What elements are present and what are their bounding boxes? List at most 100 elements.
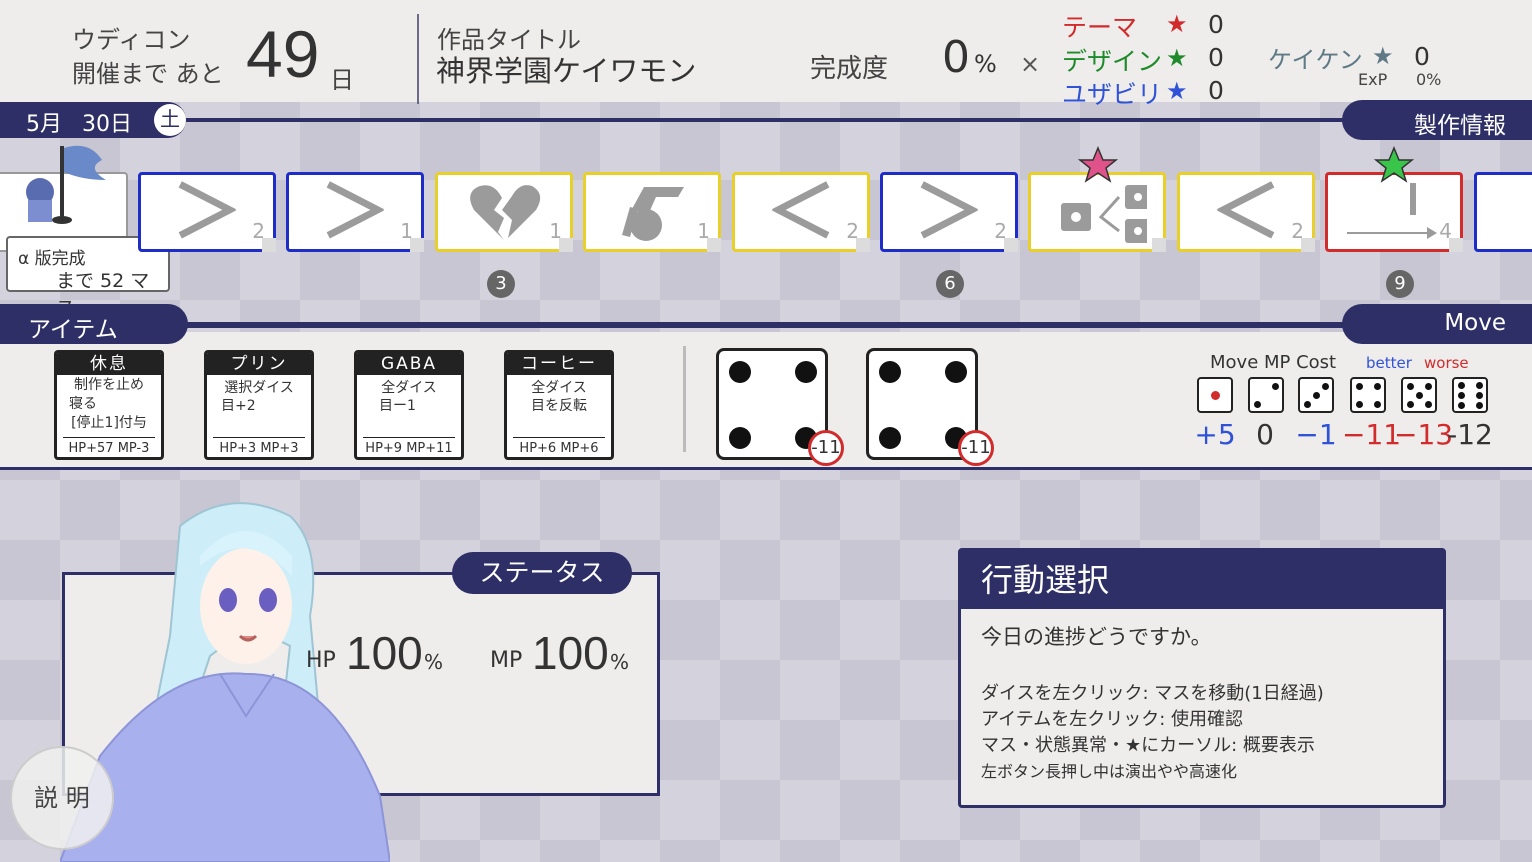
design-label: デザイン [1062, 47, 1163, 76]
tile-marker-9: 9 [1386, 270, 1414, 298]
date-month: 5月 [26, 112, 62, 137]
cost-die-4-icon [1350, 377, 1386, 413]
tile-fold [262, 238, 276, 252]
item-stats: HP+57 MP-3 [63, 437, 155, 457]
pink-star-icon[interactable] [1078, 146, 1118, 184]
days-left: 49 [246, 17, 320, 91]
cost-value-5: −13 [1394, 418, 1454, 451]
item-stats: HP+6 MP+6 [513, 437, 605, 457]
action-title: 行動選択 [961, 551, 1443, 609]
item-desc-line: 選択ダイス [224, 380, 294, 396]
completion-value: 0 [942, 32, 970, 83]
item-card-coffee[interactable]: コーヒー 全ダイス 目を反転 HP+6 MP+6 [504, 350, 614, 460]
board-tile-2[interactable]: ＞ 1 [286, 172, 424, 252]
forward-arrow-icon: ＞ [320, 171, 390, 253]
production-info-button[interactable]: 製作情報 [1342, 100, 1532, 140]
status-title: ステータス [452, 552, 632, 594]
times-sign: × [1020, 50, 1041, 78]
production-info-label: 製作情報 [1414, 113, 1506, 139]
board-tile-6[interactable]: ＞ 2 [880, 172, 1018, 252]
item-bar-label: アイテム [28, 317, 118, 343]
work-title: 神界学園ケイワモン [436, 54, 697, 88]
action-panel: 行動選択 今日の進捗どうですか。 ダイスを左クリック: マスを移動(1日経過) … [958, 548, 1446, 808]
die-pip [795, 361, 817, 383]
item-title: GABA [357, 353, 461, 375]
tile-fold [707, 238, 721, 252]
usability-label: ユザビリ [1062, 80, 1163, 109]
green-star-icon[interactable] [1374, 146, 1414, 184]
days-unit: 日 [330, 66, 354, 94]
board-tile-8[interactable]: ＜ 2 [1177, 172, 1315, 252]
cost-die-1-icon [1197, 377, 1233, 413]
die-1-cost-badge: -11 [808, 430, 844, 466]
instruction-hold: 左ボタン長押し中は演出やや高速化 [981, 762, 1238, 781]
cost-value-3: −1 [1295, 418, 1337, 451]
instruction-cursor: マス・状態異常・★にカーソル: 概要表示 [981, 735, 1315, 756]
tile-fold [1152, 238, 1166, 252]
event-label-1: ウディコン [72, 26, 191, 54]
move-cost-worse: worse [1424, 354, 1469, 372]
item-description: 選択ダイス 目+2 [207, 375, 311, 437]
mp-label: MP [490, 648, 523, 673]
item-title: プリン [207, 353, 311, 375]
board-tile-9[interactable]: 4 [1325, 172, 1463, 252]
board-tile-3[interactable]: 1 [435, 172, 573, 252]
cost-value-2: 0 [1256, 418, 1274, 451]
item-title: 休息 [57, 353, 161, 375]
item-bar-line [0, 322, 1532, 328]
item-desc-line: [停止1]付与 [71, 415, 147, 431]
help-button[interactable]: 説 明 [10, 746, 114, 850]
die-pip [729, 427, 751, 449]
cost-value-6: -12 [1447, 418, 1493, 451]
item-desc-line: 目を反転 [531, 398, 587, 414]
cost-die-2-icon [1248, 377, 1284, 413]
cost-die-6-icon [1452, 377, 1488, 413]
item-desc-line: 全ダイス [381, 380, 437, 396]
header-divider [417, 14, 419, 104]
forward-arrow-icon: ＞ [172, 171, 242, 253]
exp-star-icon[interactable]: ★ [1372, 42, 1394, 70]
item-card-gaba[interactable]: GABA 全ダイス 目ー1 HP+9 MP+11 [354, 350, 464, 460]
usability-star-icon[interactable]: ★ [1166, 77, 1188, 105]
board-tile-10[interactable] [1474, 172, 1532, 252]
theme-label: テーマ [1062, 13, 1138, 42]
item-description: 制作を止め 寝る [停止1]付与 [57, 375, 161, 437]
cost-value-4: −11 [1342, 418, 1402, 451]
date-bar: 5月 30日 土 [0, 102, 186, 138]
item-bar-tab: アイテム [0, 304, 188, 344]
die-pip [945, 361, 967, 383]
design-star-icon[interactable]: ★ [1166, 44, 1188, 72]
move-tab-label: Move [1444, 310, 1506, 336]
move-cost-title: Move MP Cost [1210, 352, 1337, 373]
board-tile-7[interactable] [1028, 172, 1166, 252]
instruction-item: アイテムを左クリック: 使用確認 [981, 709, 1243, 730]
hp-percent: % [424, 650, 444, 674]
forward-arrow-icon: ＞ [914, 171, 984, 253]
tile-fold [1301, 238, 1315, 252]
action-question: 今日の進捗どうですか。 [981, 625, 1212, 649]
board-tile-1[interactable]: ＞ 2 [138, 172, 276, 252]
player-flag-icon [26, 145, 106, 224]
hp-label: HP [306, 648, 336, 673]
item-card-pudding[interactable]: プリン 選択ダイス 目+2 HP+3 MP+3 [204, 350, 314, 460]
move-tab: Move [1342, 304, 1532, 344]
tile-marker-6: 6 [936, 270, 964, 298]
item-desc-line: 目ー1 [379, 398, 416, 414]
board-tile-5[interactable]: ＜ 2 [732, 172, 870, 252]
mp-percent: % [610, 650, 630, 674]
board-tile-4[interactable]: 1 [583, 172, 721, 252]
theme-star-icon[interactable]: ★ [1166, 10, 1188, 38]
cost-value-1: +5 [1194, 418, 1236, 451]
item-stats: HP+9 MP+11 [363, 437, 455, 457]
tile-marker-3: 3 [487, 270, 515, 298]
die-pip [729, 361, 751, 383]
tile-fold [559, 238, 573, 252]
hp-value: 100 [346, 627, 423, 679]
item-card-rest[interactable]: 休息 制作を止め 寝る [停止1]付与 HP+57 MP-3 [54, 350, 164, 460]
header-bar: ウディコン 開催まで あと 49 日 作品タイトル 神界学園ケイワモン 完成度 … [0, 0, 1532, 109]
back-arrow-icon: ＜ [1211, 171, 1281, 253]
die-pip [879, 361, 901, 383]
theme-value: 0 [1208, 10, 1224, 39]
completion-label: 完成度 [810, 54, 889, 84]
item-title: コーヒー [507, 353, 611, 375]
